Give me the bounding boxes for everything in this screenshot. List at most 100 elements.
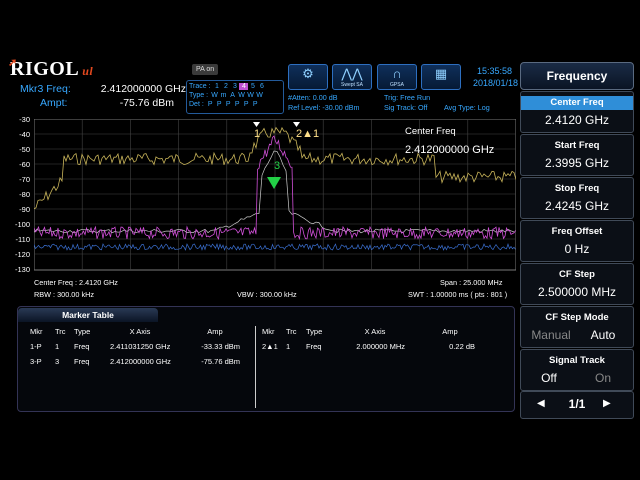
table-cell: -75.76 dBm [201,357,240,366]
trace-det-4: P [234,101,240,108]
table-cell: Freq [74,357,90,366]
grid-layout-icon: ▦ [434,66,448,81]
y-tick-label: -80 [19,190,30,199]
footer-center-freq: Center Freq : 2.4120 GHz [34,278,118,287]
trace-number-3: 3 [233,83,237,90]
menu-item-center-freq[interactable]: Center Freq 2.4120 GHz [520,91,634,133]
trace-number-1: 1 [215,83,219,90]
trace-number-6: 6 [260,83,264,90]
trace-number-2: 2 [224,83,228,90]
trace-number-5: 5 [251,83,255,90]
table-cell: Freq [306,342,322,351]
swept-sa-caption: Swept SA [341,82,363,88]
pa-on-badge[interactable]: PA on [192,64,219,75]
marker-freq-label: Mkr3 Freq: [20,83,71,95]
gpsa-caption: GPSA [390,82,404,88]
menu-option-b[interactable]: Auto [575,328,631,342]
gear-button[interactable]: ⚙ [288,64,328,90]
trace-number-4: 4 [239,83,249,90]
spectrum-plot[interactable]: 1 2▲1 3 [34,119,516,273]
table-cell: 2▲1 [262,342,278,351]
menu-item-cf-step-mode[interactable]: CF Step Mode Manual Auto [520,306,634,348]
marker-table-divider [255,326,256,408]
annot-value: 2.412000000 GHz [405,144,495,156]
menu-item-label: Center Freq [521,96,633,110]
menu-pager[interactable]: ◀ 1/1 ▶ [520,391,634,419]
logo-text: RIGOL [10,58,80,80]
menu-option-b[interactable]: On [575,371,631,385]
table-cell: -33.33 dBm [201,342,240,351]
menu-item-value: 0 Hz [564,242,590,256]
annot-title: Center Freq [405,126,456,137]
clock-date: 2018/01/18 [472,78,518,88]
gear-icon: ⚙ [302,66,314,81]
logo-suffix: ul [82,64,94,78]
menu-title: Frequency [520,62,634,90]
menu-item-label: CF Step Mode [545,312,609,323]
trace-det-2: P [216,101,222,108]
table-header: Amp [442,327,458,336]
swept-sa-button[interactable]: ⋀⋀ Swept SA [332,64,372,90]
menu-item-stop-freq[interactable]: Stop Freq 2.4245 GHz [520,177,634,219]
marker-ampt-value: -75.76 dBm [119,97,174,109]
table-cell: Freq [74,342,90,351]
cursor-arrow-icon: ➚ [8,57,18,69]
menu-item-value: 2.4120 GHz [544,113,610,127]
table-cell: 3-P [30,357,42,366]
table-cell: 2.412000000 GHz [110,357,171,366]
trig-info: Trig: Free Run [384,93,431,102]
sig-track-info: Sig Track: Off [384,103,428,112]
gpsa-button[interactable]: ∩ GPSA [377,64,417,90]
trace-type-2: m [220,92,227,99]
next-page-icon[interactable]: ▶ [603,398,611,409]
y-tick-label: -110 [15,235,30,244]
y-tick-label: -30 [19,115,30,124]
det-label: Det : [189,101,204,108]
menu-item-label: Signal Track [549,355,605,366]
trace-type-3: A [230,92,235,99]
table-header: X Axis [364,327,386,336]
menu-item-value: 2.4245 GHz [544,199,610,213]
trace-type-1: W [211,92,218,99]
grid-layout-button[interactable]: ▦ [421,64,461,90]
menu-item-label: Freq Offset [551,226,603,237]
menu-option-a[interactable]: Off [521,371,577,385]
y-tick-label: -100 [14,220,30,229]
table-header: Mkr [30,327,43,336]
trace-label: Trace : [189,83,211,90]
trace-det-1: P [207,101,213,108]
menu-option-a[interactable]: Manual [523,328,579,342]
table-cell: 0.22 dB [449,342,475,351]
menu-item-signal-track[interactable]: Signal Track Off On [520,349,634,391]
y-tick-label: -120 [14,250,30,259]
menu-item-cf-step[interactable]: CF Step 2.500000 MHz [520,263,634,305]
menu-item-value: 2.500000 MHz [537,285,617,299]
table-header: Type [306,327,323,336]
trace-status-box[interactable]: Trace : 123456 Type : WmAWWW Det : PPPPP… [186,80,284,114]
menu-item-value: 2.3995 GHz [544,156,610,170]
trace-type-4: W [238,92,245,99]
ref-level-info: Ref Level: -30.00 dBm [288,103,360,112]
table-header: Trc [286,327,297,336]
menu-item-start-freq[interactable]: Start Freq 2.3995 GHz [520,134,634,176]
marker-label-3: 3 [274,160,280,172]
menu-item-freq-offset[interactable]: Freq Offset 0 Hz [520,220,634,262]
y-tick-label: -70 [19,175,30,184]
footer-vbw: VBW : 300.00 kHz [237,290,297,299]
table-cell: 1-P [30,342,42,351]
table-header: Mkr [262,327,275,336]
menu-item-label: Stop Freq [554,183,600,194]
y-tick-label: -40 [19,130,30,139]
table-header: Amp [207,327,223,336]
table-cell: 1 [55,342,60,351]
rigol-logo: ➚ RIGOL ul [8,57,94,81]
swept-sa-icon: ⋀⋀ [341,66,363,81]
table-cell: 1 [286,342,291,351]
avg-type-info: Avg Type: Log [444,103,490,112]
table-header: X Axis [129,327,151,336]
footer-rbw: RBW : 300.00 kHz [34,290,95,299]
atten-info: #Atten: 0.00 dB [288,93,338,102]
marker-label-1: 1 [254,128,260,140]
marker-table-title: Marker Table [18,308,158,322]
table-cell: 2.411031250 GHz [110,342,171,351]
